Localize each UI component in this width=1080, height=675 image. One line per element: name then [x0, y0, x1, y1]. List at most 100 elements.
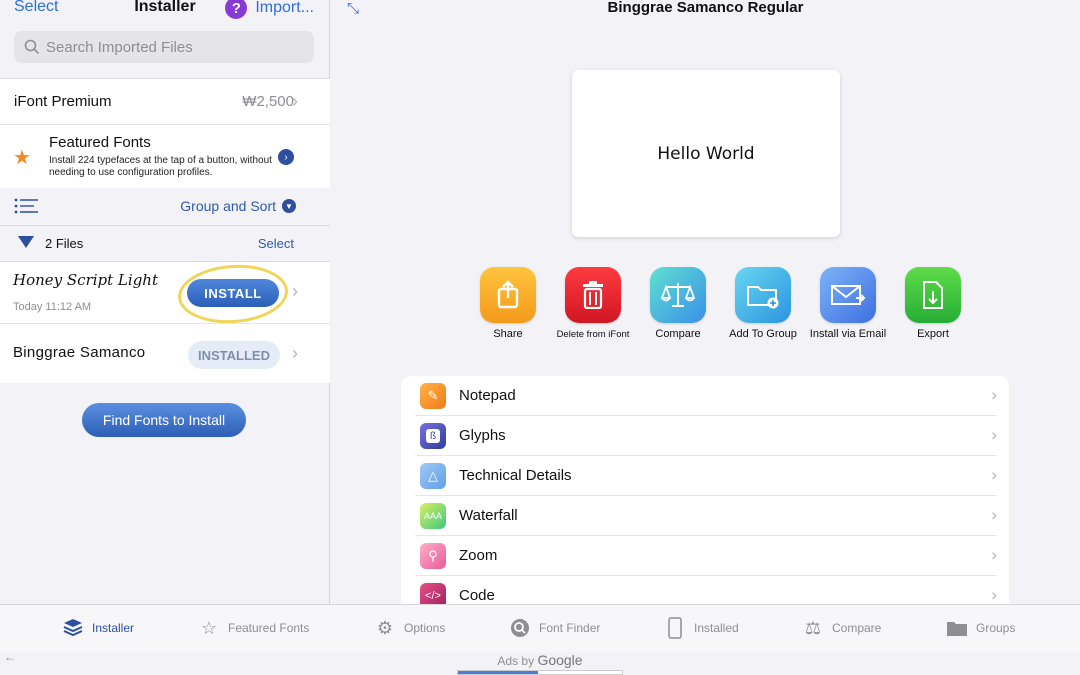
menu-item-waterfall[interactable]: AAA Waterfall › [415, 496, 997, 536]
trash-icon [565, 267, 621, 323]
font-detail-title: Binggrae Samanco Regular [607, 0, 804, 16]
menu-item-notepad[interactable]: ✎ Notepad › [415, 376, 997, 416]
star-icon: ★ [13, 147, 31, 169]
featured-description: Install 224 typefaces at the tap of a bu… [49, 155, 272, 178]
zoom-icon: ⚲ [420, 543, 446, 569]
menu-item-technical-details[interactable]: △ Technical Details › [415, 456, 997, 496]
chevron-right-icon: › [292, 343, 298, 363]
menu-label: Code [459, 587, 495, 604]
export-icon [905, 267, 961, 323]
waterfall-icon: AAA [420, 503, 446, 529]
chevron-right-icon: › [991, 585, 997, 604]
code-icon: </> [420, 583, 446, 604]
ads-attribution: Ads by Google [0, 652, 1080, 668]
tab-bar: Installer ☆ Featured Fonts ⚙ Options Fon… [0, 604, 1080, 652]
font-name: Honey Script Light [13, 271, 158, 289]
gear-icon: ⚙ [376, 617, 394, 638]
install-button[interactable]: INSTALL [187, 279, 279, 307]
import-button[interactable]: ? Import... [225, 0, 314, 19]
chevron-right-icon: › [292, 91, 298, 111]
premium-price: ₩2,500 [242, 93, 294, 110]
search-icon [24, 39, 40, 55]
tab-label: Options [404, 621, 446, 635]
export-button[interactable]: Export [890, 267, 976, 340]
find-fonts-button[interactable]: Find Fonts to Install [82, 403, 246, 437]
menu-item-zoom[interactable]: ⚲ Zoom › [415, 536, 997, 576]
preview-text: Hello World [657, 143, 755, 164]
group-sort-label: Group and Sort [180, 198, 276, 214]
font-date: Today 11:12 AM [13, 301, 92, 313]
share-button[interactable]: Share [465, 267, 551, 340]
mail-icon [820, 267, 876, 323]
folder-icon [946, 617, 968, 639]
help-icon: ? [225, 0, 248, 19]
font-row[interactable]: Binggrae Samanco INSTALLED › [0, 323, 330, 383]
search-input[interactable]: Search Imported Files [14, 31, 314, 63]
premium-label: iFont Premium [14, 93, 112, 110]
ad-banner: ← Ads by Google [0, 650, 1080, 675]
group-sort-bar[interactable]: Group and Sort ▼ [0, 188, 330, 225]
tab-installer[interactable]: Installer [62, 617, 134, 639]
folder-add-icon [735, 267, 791, 323]
add-to-group-button[interactable]: Add To Group [720, 267, 806, 340]
tab-label: Groups [976, 621, 1016, 635]
tab-font-finder[interactable]: Font Finder [509, 617, 600, 639]
chevron-right-icon: › [991, 465, 997, 484]
action-label: Delete from iFont [556, 329, 630, 340]
group-sort-button[interactable]: Group and Sort ▼ [180, 198, 296, 214]
chevron-right-icon: › [991, 505, 997, 524]
delete-button[interactable]: Delete from iFont [550, 267, 636, 340]
list-icon [14, 198, 38, 214]
star-icon: ☆ [200, 617, 218, 638]
ads-prefix: Ads by [497, 654, 535, 668]
chevron-right-icon: › [292, 281, 298, 301]
ad-placeholder[interactable] [457, 670, 623, 675]
install-via-email-button[interactable]: Install via Email [805, 267, 891, 340]
left-navbar: Select Installer ? Import... [0, 0, 330, 22]
menu-label: Glyphs [459, 427, 506, 444]
font-name: Binggrae Samanco [13, 344, 146, 361]
font-row[interactable]: Honey Script Light Today 11:12 AM INSTAL… [0, 261, 330, 327]
detail-pane: ⤡ Binggrae Samanco Regular Hello World S… [331, 0, 1080, 604]
search-icon [509, 617, 531, 639]
featured-fonts-row[interactable]: ★ Featured Fonts Install 224 typefaces a… [0, 124, 330, 188]
scales-icon [650, 267, 706, 323]
share-icon [480, 267, 536, 323]
disclosure-triangle-icon[interactable] [18, 236, 34, 248]
tab-featured-fonts[interactable]: ☆ Featured Fonts [198, 617, 309, 639]
font-preview-card: Hello World [572, 70, 840, 237]
menu-label: Zoom [459, 547, 498, 564]
tab-label: Compare [832, 621, 882, 635]
tab-label: Installed [694, 621, 739, 635]
tab-options[interactable]: ⚙ Options [374, 617, 445, 639]
compare-button[interactable]: Compare [635, 267, 721, 340]
tab-compare[interactable]: ⚖ Compare [802, 617, 881, 639]
action-label: Add To Group [729, 328, 797, 340]
chevron-right-icon: › [991, 385, 997, 404]
tab-installed[interactable]: Installed [664, 617, 739, 639]
detail-menu: ✎ Notepad › ß Glyphs › △ Technical Detai… [401, 376, 1009, 604]
premium-row[interactable]: iFont Premium ₩2,500 › [0, 78, 330, 124]
menu-label: Waterfall [459, 507, 518, 524]
glyph-icon: ß [420, 423, 446, 449]
chevron-right-icon: › [991, 425, 997, 444]
import-label: Import... [255, 0, 314, 16]
tab-groups[interactable]: Groups [946, 617, 1015, 639]
compass-icon: △ [420, 463, 446, 489]
action-label: Export [917, 328, 949, 340]
search-placeholder: Search Imported Files [46, 38, 193, 56]
scales-icon: ⚖ [804, 617, 822, 638]
installed-badge: INSTALLED [188, 341, 280, 369]
menu-label: Notepad [459, 387, 516, 404]
installer-icon [62, 617, 84, 639]
menu-item-code[interactable]: </> Code › [415, 576, 997, 604]
menu-label: Technical Details [459, 467, 572, 484]
chevron-circle-icon: › [278, 149, 294, 165]
tab-label: Installer [92, 621, 135, 635]
tab-label: Font Finder [539, 621, 601, 635]
pencil-icon: ✎ [420, 383, 446, 409]
google-logo: Google [537, 652, 583, 668]
files-select-button[interactable]: Select [258, 236, 294, 251]
menu-item-glyphs[interactable]: ß Glyphs › [415, 416, 997, 456]
chevron-right-icon: › [991, 545, 997, 564]
